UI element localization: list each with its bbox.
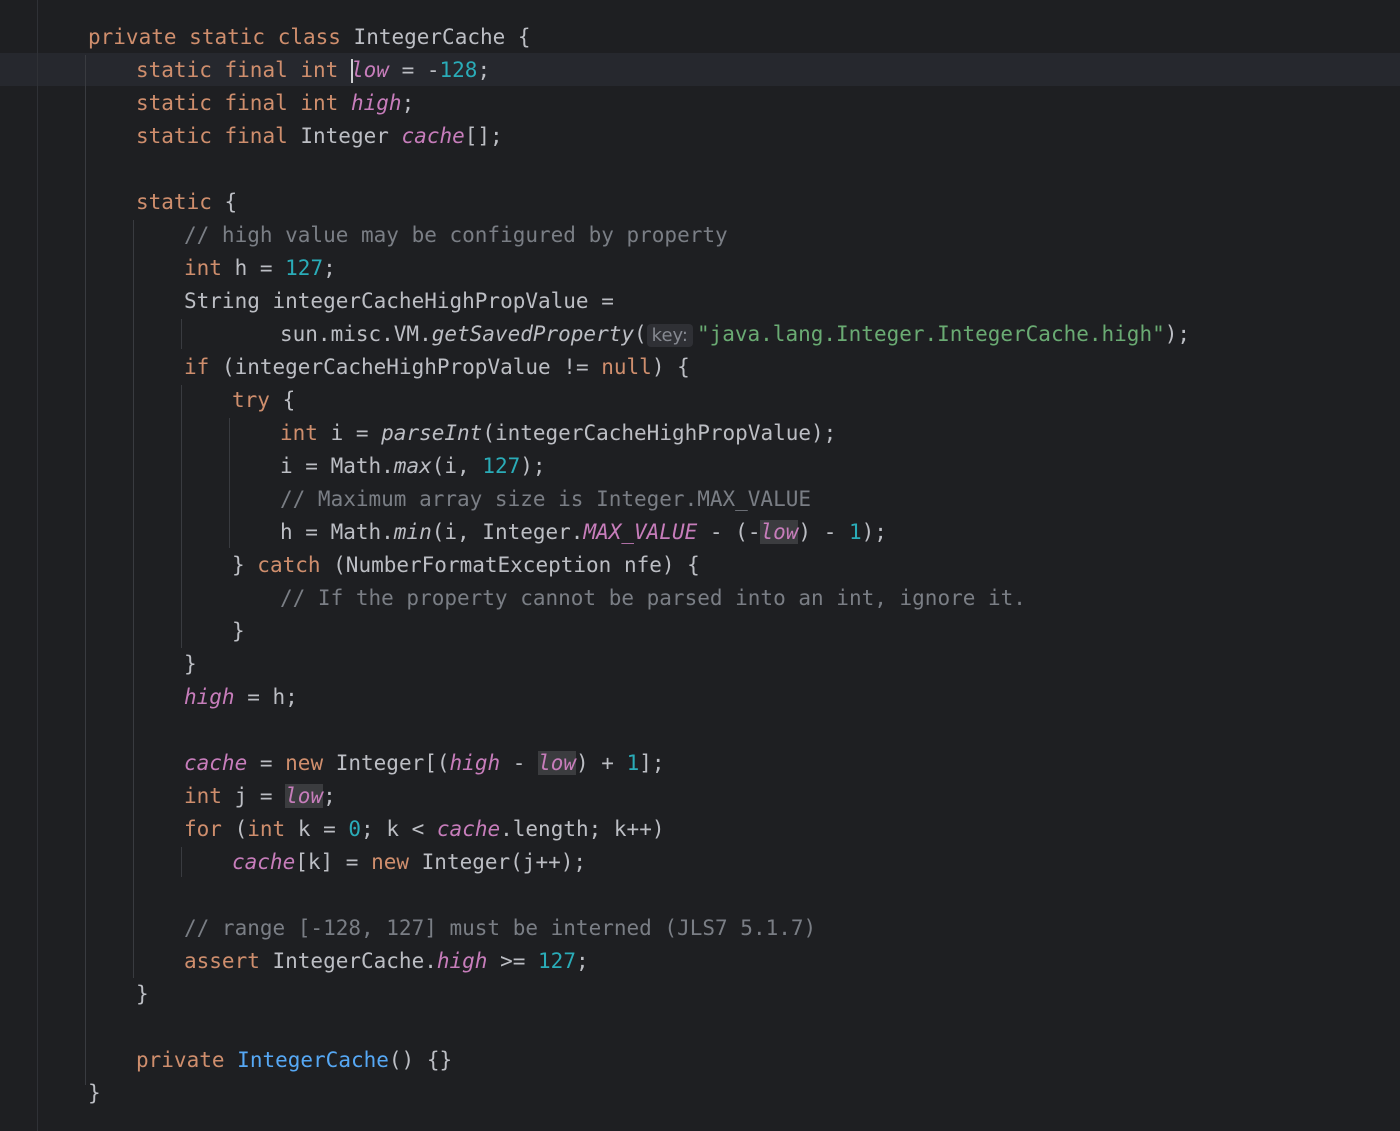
- indent-guide: [181, 319, 182, 349]
- code-comment: // If the property cannot be parsed into…: [280, 586, 1026, 610]
- code-line: for (int k = 0; k < cache.length; k++): [184, 817, 665, 841]
- code-line: } catch (NumberFormatException nfe) {: [232, 553, 700, 577]
- code-line: }: [136, 982, 149, 1006]
- code-line: static final Integer cache[];: [136, 124, 503, 148]
- code-comment: // high value may be configured by prope…: [184, 223, 728, 247]
- code-line: if (integerCacheHighPropValue != null) {: [184, 355, 690, 379]
- indent-guide: [133, 220, 134, 978]
- code-line: static final int high;: [136, 91, 415, 115]
- code-line: assert IntegerCache.high >= 127;: [184, 949, 589, 973]
- code-line: private IntegerCache() {}: [136, 1048, 453, 1072]
- code-line: String integerCacheHighPropValue =: [184, 289, 614, 313]
- code-line: int i = parseInt(integerCacheHighPropVal…: [280, 421, 837, 445]
- code-line-current: static final int low = -128;: [136, 58, 491, 83]
- code-line: cache[k] = new Integer(j++);: [232, 850, 587, 874]
- code-line: }: [232, 619, 245, 643]
- code-line: static {: [136, 190, 238, 214]
- code-line: try {: [232, 388, 296, 412]
- code-line: high = h;: [184, 685, 298, 709]
- code-line: i = Math.max(i, 127);: [280, 454, 546, 478]
- code-line: int j = low;: [184, 784, 336, 808]
- code-line: }: [88, 1081, 101, 1105]
- indent-guide: [85, 55, 86, 1085]
- gutter-divider: [37, 0, 38, 1131]
- parameter-hint: key:: [646, 324, 693, 347]
- code-line: int h = 127;: [184, 256, 336, 280]
- indent-guide: [181, 847, 182, 877]
- indent-guide: [229, 418, 230, 548]
- code-line: cache = new Integer[(high - low) + 1];: [184, 751, 665, 775]
- code-editor[interactable]: private static class IntegerCache { stat…: [0, 0, 1400, 1131]
- indent-guide: [181, 385, 182, 648]
- code-comment: // Maximum array size is Integer.MAX_VAL…: [280, 487, 812, 511]
- code-line: }: [184, 652, 197, 676]
- code-comment: // range [-128, 127] must be interned (J…: [184, 916, 817, 940]
- code-line: sun.misc.VM.getSavedProperty(key: "java.l…: [280, 322, 1191, 347]
- text-caret: [350, 59, 353, 83]
- code-line: h = Math.min(i, Integer.MAX_VALUE - (-lo…: [280, 520, 887, 544]
- code-line: private static class IntegerCache {: [88, 25, 531, 49]
